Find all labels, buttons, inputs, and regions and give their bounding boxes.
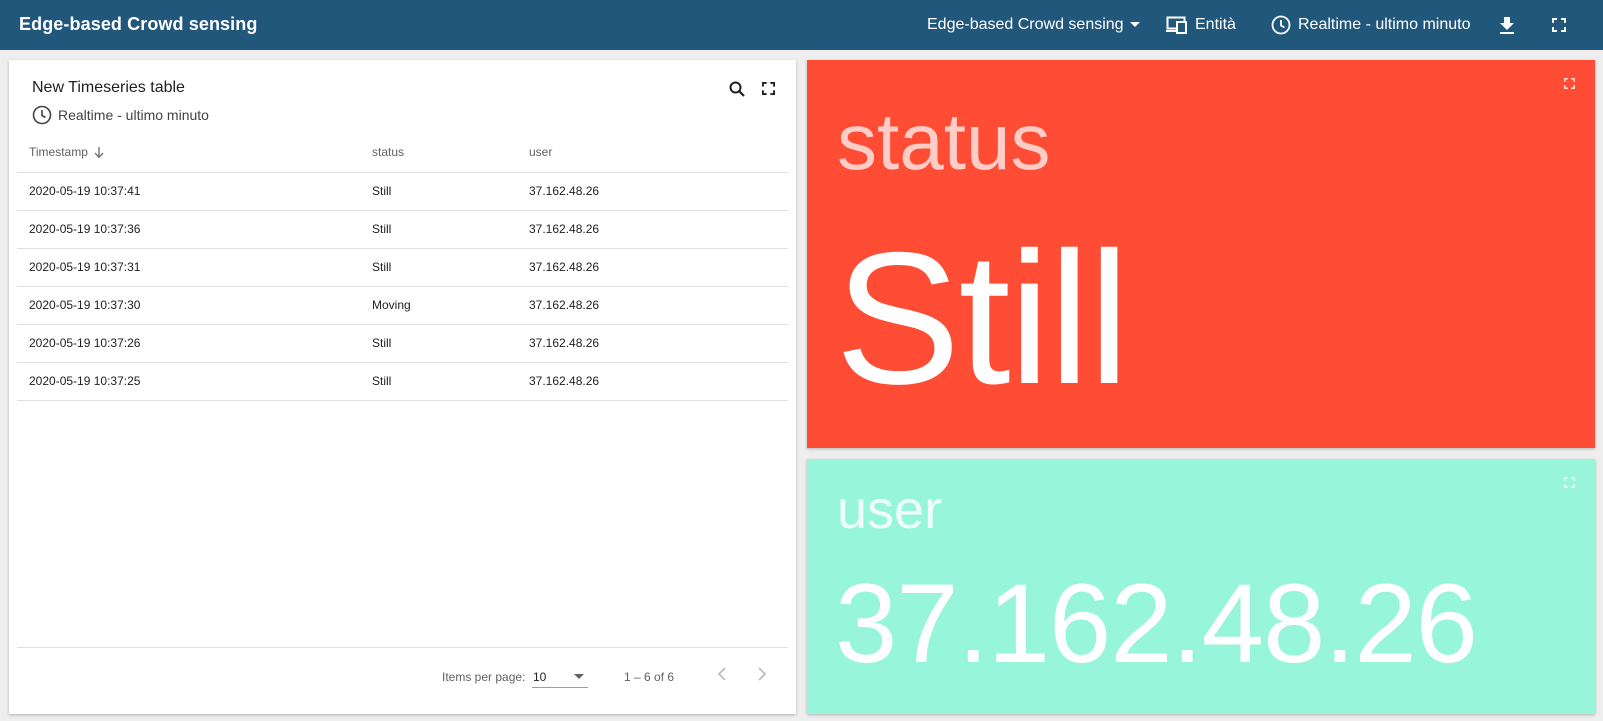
user-card-value: 37.162.48.26 [835,561,1478,686]
fullscreen-icon [1552,18,1566,32]
next-page-button[interactable] [757,666,767,685]
download-icon [1500,16,1514,34]
timeseries-table: Timestamp status user 2020-05-19 10:37:4… [17,132,788,401]
cell-user: 37.162.48.26 [529,286,788,325]
card-fullscreen-button[interactable] [1564,475,1575,493]
widget-timewindow-label: Realtime - ultimo minuto [58,107,209,123]
items-per-page-select[interactable]: 10 [532,668,588,688]
arrow-down-icon [94,146,104,159]
chevron-right-icon [758,667,767,681]
caret-down-icon [574,674,584,679]
chevron-left-icon [717,667,726,681]
previous-page-button[interactable] [717,666,727,685]
caret-down-icon [1129,22,1140,27]
status-value-card: status Still [807,60,1595,448]
table-header-row: Timestamp status user [17,132,788,173]
devices-icon [1166,16,1187,34]
clock-icon [1271,15,1291,35]
cell-status: Still [372,172,529,211]
column-header-user[interactable]: user [529,132,788,173]
fullscreen-icon [762,82,775,95]
widget-timewindow: Realtime - ultimo minuto [32,105,209,125]
cell-timestamp: 2020-05-19 10:37:25 [17,362,372,401]
widget-fullscreen-button[interactable] [762,82,775,100]
cell-timestamp: 2020-05-19 10:37:31 [17,248,372,287]
paginator: Items per page: 10 1 – 6 of 6 [17,647,788,714]
fullscreen-button[interactable] [1552,0,1566,50]
table-row: 2020-05-19 10:37:36 Still 37.162.48.26 [17,210,788,249]
user-value-card: user 37.162.48.26 [807,459,1595,714]
cell-status: Moving [372,286,529,325]
table-row: 2020-05-19 10:37:41 Still 37.162.48.26 [17,172,788,211]
table-row: 2020-05-19 10:37:30 Moving 37.162.48.26 [17,286,788,325]
column-header-status[interactable]: status [372,132,529,173]
cell-timestamp: 2020-05-19 10:37:41 [17,172,372,211]
cell-user: 37.162.48.26 [529,362,788,401]
search-button[interactable] [729,81,745,102]
items-per-page-value: 10 [533,670,547,684]
user-card-label: user [837,480,943,540]
cell-status: Still [372,210,529,249]
cell-user: 37.162.48.26 [529,210,788,249]
dashboard-select-value: Edge-based Crowd sensing [927,16,1124,33]
search-icon [729,81,745,97]
dashboard-title: Edge-based Crowd sensing [19,14,258,34]
cell-timestamp: 2020-05-19 10:37:36 [17,210,372,249]
status-card-value: Still [835,213,1130,423]
cell-timestamp: 2020-05-19 10:37:30 [17,286,372,325]
cell-status: Still [372,362,529,401]
clock-icon [32,105,52,125]
timeseries-table-widget: New Timeseries table Realtime - ultimo m… [9,60,796,714]
status-card-label: status [837,97,1051,186]
timewindow-label: Realtime - ultimo minuto [1298,16,1471,33]
column-header-timestamp[interactable]: Timestamp [17,132,372,173]
cell-user: 37.162.48.26 [529,248,788,287]
cell-status: Still [372,324,529,363]
items-per-page-label: Items per page: [442,670,526,684]
cell-user: 37.162.48.26 [529,324,788,363]
entities-button[interactable]: Entità [1166,0,1236,50]
card-fullscreen-button[interactable] [1564,76,1575,94]
cell-status: Still [372,248,529,287]
fullscreen-icon [1564,78,1575,89]
cell-timestamp: 2020-05-19 10:37:26 [17,324,372,363]
table-row: 2020-05-19 10:37:26 Still 37.162.48.26 [17,324,788,363]
dashboard-select[interactable]: Edge-based Crowd sensing [927,0,1140,50]
entities-label: Entità [1195,16,1236,33]
cell-user: 37.162.48.26 [529,172,788,211]
top-toolbar: Edge-based Crowd sensing Edge-based Crow… [0,0,1603,50]
download-button[interactable] [1500,0,1514,50]
page-range-label: 1 – 6 of 6 [624,670,675,684]
table-row: 2020-05-19 10:37:25 Still 37.162.48.26 [17,362,788,401]
timewindow-button[interactable]: Realtime - ultimo minuto [1271,0,1471,50]
widget-title: New Timeseries table [32,79,185,96]
table-row: 2020-05-19 10:37:31 Still 37.162.48.26 [17,248,788,287]
fullscreen-icon [1564,477,1575,488]
